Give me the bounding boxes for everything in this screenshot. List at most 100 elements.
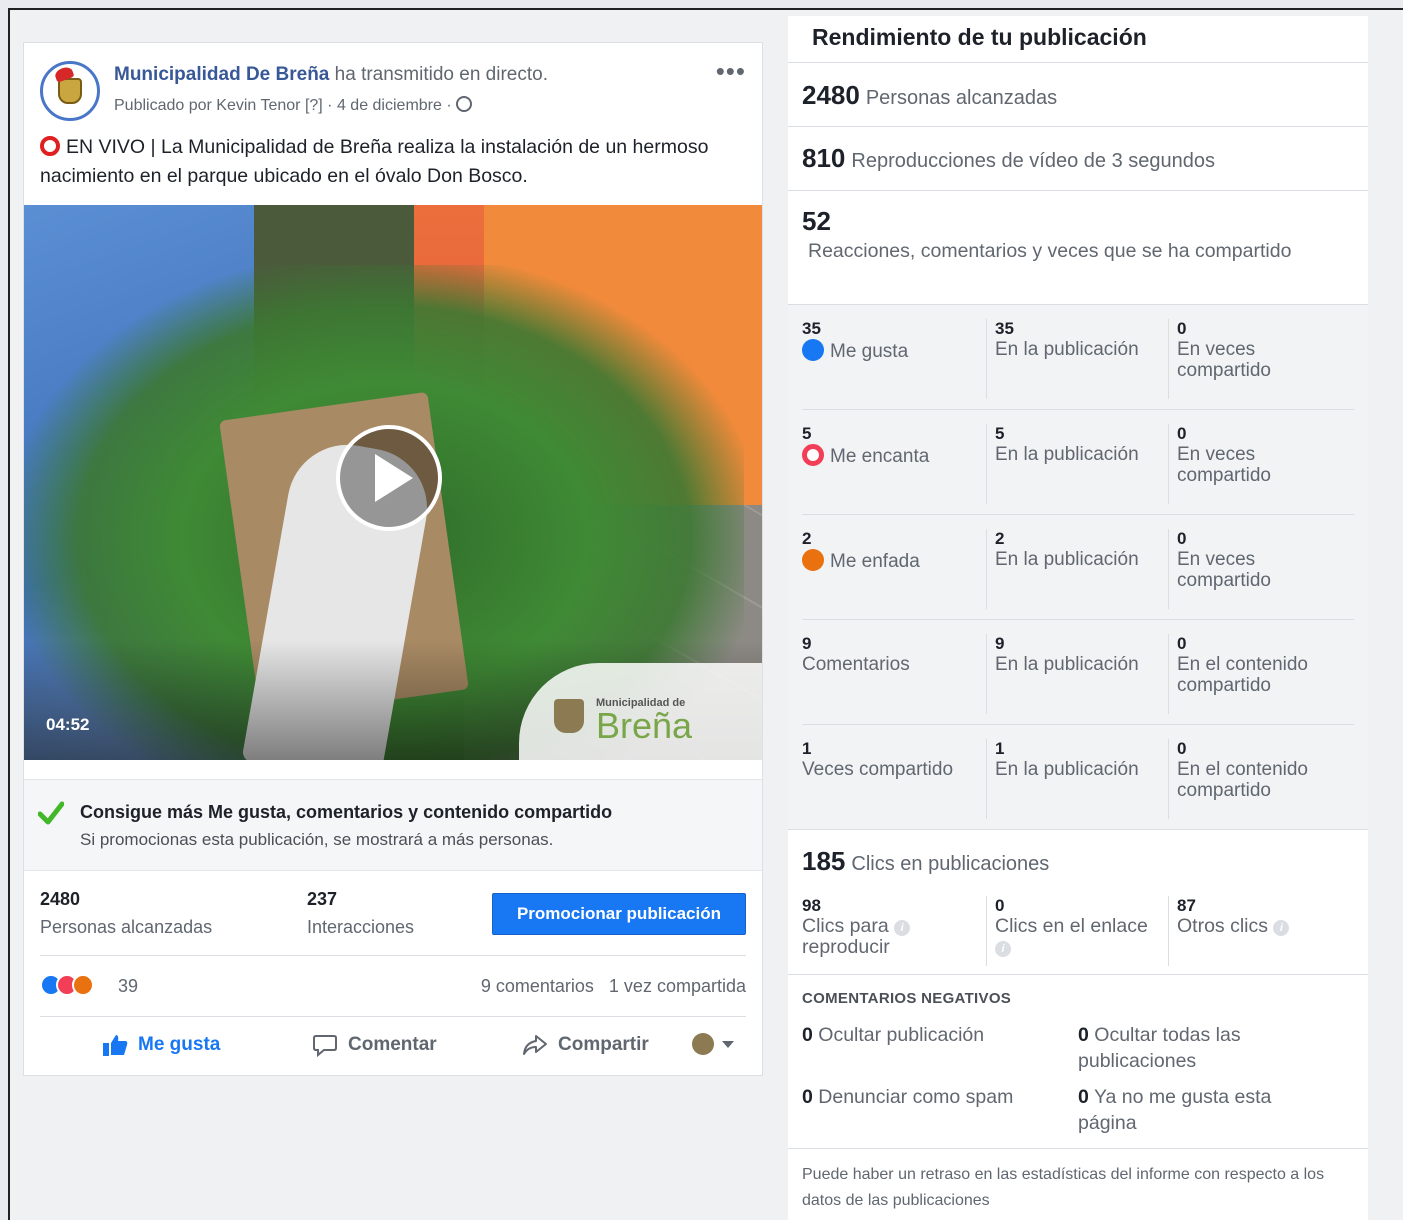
interactions-label: Interacciones [307,917,415,937]
page-selector[interactable] [692,1033,734,1055]
shares-on-post: 1 [995,739,1005,758]
click-play-cell: 98 Clics para i reproducir [802,896,982,958]
neg-spam-number: 0 [802,1086,813,1108]
angry-reaction-icon [72,974,94,996]
divider [788,126,1368,127]
thumbs-up-icon [103,1035,128,1056]
watermark-crest-icon [554,699,584,733]
on-post-label: En la publicación [995,444,1139,465]
angry-label: Me enfada [830,551,920,572]
click-link-info-wrap: i [995,937,1162,958]
breakdown-cell: 1 Veces compartido [802,739,982,780]
comments-label: Comentarios [802,654,910,675]
angry-label-wrap: Me enfada [802,549,982,572]
likes-on-post: 35 [995,319,1014,338]
breakdown-cell: 2 En la publicación [986,529,1162,609]
neg-hide-label: Ocultar publicación [818,1024,985,1046]
angry-on-post: 2 [995,529,1005,548]
neg-spam: 0 Denunciar como spam [802,1084,1062,1110]
info-icon[interactable]: i [1273,920,1290,936]
loves-label-wrap: Me encanta [802,444,982,467]
post-author-line: Municipalidad De Breña ha transmitido en… [114,64,548,86]
loves-on-shares: 0 [1177,424,1187,443]
comments-count-link[interactable]: 9 comentarios [481,976,594,996]
divider [788,62,1368,63]
page-avatar-small-icon [692,1033,714,1055]
post-stats: 2480 Personas alcanzadas 237 Interaccion… [24,871,762,955]
on-post-label: En la publicación [995,759,1139,780]
report-delay-note: Puede haber un retraso en las estadístic… [802,1166,1325,1209]
post-card: Municipalidad De Breña ha transmitido en… [23,42,763,1076]
likes-on-shares: 0 [1177,319,1187,338]
breakdown-row-comments: 9 Comentarios 9 En la publicación 0 En e… [802,620,1354,725]
watermark-big-text: Breña [596,705,693,746]
on-post-label: En la publicación [995,339,1139,360]
neg-hide-all-number: 0 [1078,1024,1089,1046]
reaction-icons[interactable] [40,974,94,996]
breakdown-cell: 0 En veces compartido [1168,319,1354,399]
post-header: Municipalidad De Breña ha transmitido en… [40,58,746,129]
share-button-label: Compartir [558,1034,649,1055]
comment-button[interactable]: Comentar [312,1033,437,1057]
post-meta-text[interactable]: Publicado por Kevin Tenor [?] · 4 de dic… [114,97,452,114]
like-button[interactable]: Me gusta [102,1033,220,1057]
live-circle-icon [40,136,60,156]
negative-feedback-title: COMENTARIOS NEGATIVOS [802,990,1012,1007]
info-icon[interactable]: i [995,941,1011,957]
likes-total: 35 [802,319,821,338]
reaction-count[interactable]: 39 [118,976,138,997]
comments-on-post: 9 [995,634,1005,653]
shares-on-shares: 0 [1177,739,1187,758]
neg-unlike-number: 0 [1078,1086,1089,1108]
on-shares-label-2: compartido [1177,360,1271,381]
click-play-label: Clics para [802,915,889,937]
engagement-number: 52 [802,206,831,236]
reactions-breakdown: 35 Me gusta 35 En la publicación 0 En ve… [788,304,1368,830]
comment-button-label: Comentar [348,1034,437,1055]
reach-label: Personas alcanzadas [40,917,213,937]
views-row: 810 Reproducciones de vídeo de 3 segundos [802,143,1215,174]
video-duration: 04:52 [46,715,90,734]
breakdown-cell: 9 Comentarios [802,634,982,675]
on-shared-content-label-2: compartido [1177,675,1271,696]
promo-title: Consigue más Me gusta, comentarios y con… [80,802,613,822]
info-icon[interactable]: i [894,920,911,936]
checkmark-icon [38,801,64,825]
page-name-link[interactable]: Municipalidad De Breña [114,64,329,85]
on-shared-content-label-2: compartido [1177,780,1271,801]
click-other-label: Otros clics [1177,915,1269,937]
breakdown-cell: 0 En veces compartido [1168,424,1354,504]
share-button[interactable]: Compartir [522,1033,649,1057]
comment-icon [313,1035,337,1057]
promo-subtitle: Si promocionas esta publicación, se most… [80,830,554,849]
panel-title: Rendimiento de tu publicación [812,24,1147,50]
shares-count-link[interactable]: 1 vez compartida [609,976,746,996]
neg-hide-post: 0 Ocultar publicación [802,1022,1062,1048]
video-player[interactable]: Municipalidad de Breña 04:52 [24,205,762,760]
click-play-number: 98 [802,896,821,915]
on-shared-content-label: En el contenido [1177,759,1308,780]
post-action-text: ha transmitido en directo. [334,64,548,85]
engagement-row: 52 [802,206,831,237]
promote-post-button[interactable]: Promocionar publicación [492,893,746,935]
breakdown-row-angry: 2 Me enfada 2 En la publicación 0 En vec… [802,515,1354,620]
post-caption: EN VIVO | La Municipalidad de Breña real… [40,133,740,191]
likes-label-wrap: Me gusta [802,339,982,362]
engagement-label: Reacciones, comentarios y veces que se h… [808,240,1292,262]
more-options-button[interactable]: ••• [716,58,746,84]
angry-total: 2 [802,529,812,548]
breakdown-row-shares: 1 Veces compartido 1 En la publicación 0… [802,725,1354,830]
shares-label: Veces compartido [802,759,954,780]
post-caption-text: EN VIVO | La Municipalidad de Breña real… [40,136,709,187]
play-icon[interactable] [336,425,442,531]
breakdown-cell: 9 En la publicación [986,634,1162,714]
breakdown-cell: 0 En veces compartido [1168,529,1354,609]
breakdown-cell: 35 En la publicación [986,319,1162,399]
click-link-cell: 0 Clics en el enlace i [986,896,1162,966]
click-other-cell: 87 Otros clics i [1168,896,1354,966]
neg-hide-all-label: Ocultar todas las publicaciones [1078,1024,1241,1072]
page-avatar[interactable] [40,61,100,121]
neg-unlike: 0 Ya no me gusta esta página [1078,1084,1308,1136]
comments-total: 9 [802,634,812,653]
click-other-label-wrap: Otros clics i [1177,916,1354,937]
